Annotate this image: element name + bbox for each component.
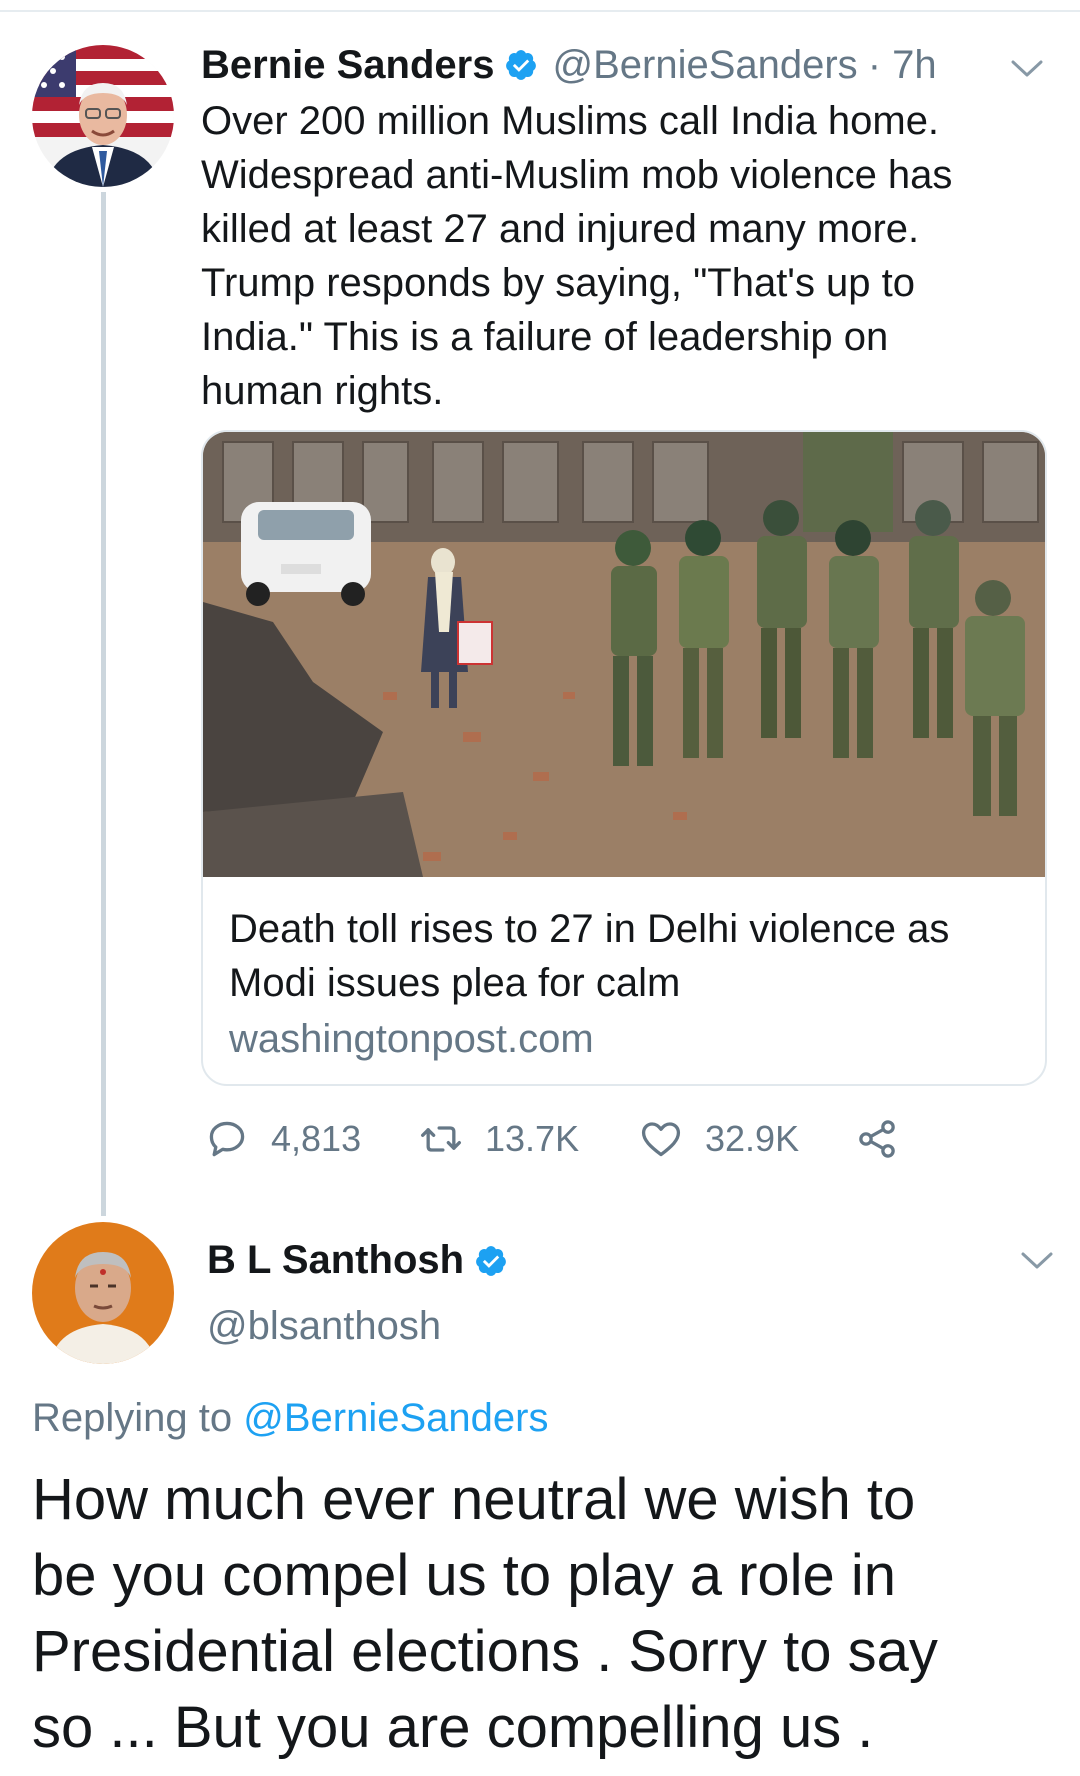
- thread-connector-line: [101, 192, 106, 1216]
- tweet-text-line: India." This is a failure of leadership …: [201, 315, 889, 359]
- author-name[interactable]: B L Santhosh: [207, 1238, 464, 1283]
- retweet-button[interactable]: 13.7K: [419, 1112, 579, 1166]
- chevron-down-icon[interactable]: [1020, 1250, 1054, 1272]
- tweet-text-line: Over 200 million Muslims call India home…: [201, 99, 940, 143]
- reply-text-line: Presidential elections . Sorry to say: [32, 1619, 938, 1684]
- tweet-text-line: Widespread anti-Muslim mob violence has: [201, 153, 953, 197]
- card-domain: washingtonpost.com: [229, 1017, 594, 1061]
- replying-to: Replying to @BernieSanders: [32, 1396, 548, 1441]
- like-button[interactable]: 32.9K: [639, 1112, 799, 1166]
- reply-icon: [209, 1121, 245, 1157]
- retweet-icon: [421, 1126, 461, 1152]
- like-count: 32.9K: [705, 1118, 800, 1159]
- avatar-bernie-sanders[interactable]: [32, 45, 174, 187]
- share-button[interactable]: [855, 1112, 899, 1166]
- card-image: [203, 432, 1045, 877]
- reply-button[interactable]: 4,813: [205, 1112, 361, 1166]
- author-handle[interactable]: @blsanthosh: [207, 1304, 441, 1349]
- card-title-line: Modi issues plea for calm: [229, 961, 681, 1005]
- reply-text-line: be you compel us to play a role in: [32, 1543, 897, 1608]
- share-icon: [859, 1120, 895, 1158]
- card-title: Death toll rises to 27 in Delhi violence…: [229, 902, 1029, 1010]
- tweet-text: Over 200 million Muslims call India home…: [201, 94, 1031, 418]
- reply-text: How much ever neutral we wish to be you …: [32, 1462, 1052, 1766]
- avatar-image: [32, 1222, 174, 1364]
- tweet-header: Bernie Sanders @BernieSanders · 7h: [201, 40, 937, 90]
- verified-icon: [474, 1243, 508, 1277]
- tweet-text-line: killed at least 27 and injured many more…: [201, 207, 920, 251]
- reply-author-name-row: B L Santhosh: [207, 1234, 508, 1286]
- top-divider: [0, 10, 1080, 12]
- tweet-text-line: human rights.: [201, 369, 444, 413]
- author-name[interactable]: Bernie Sanders: [201, 43, 494, 88]
- like-icon: [641, 1122, 681, 1157]
- chevron-down-icon[interactable]: [1010, 58, 1044, 80]
- tweet-text-line: Trump responds by saying, "That's up to: [201, 261, 916, 305]
- tweet-actions: 4,813 13.7K 32.9K: [201, 1112, 961, 1166]
- reply-text-line: so ... But you are compelling us .: [32, 1695, 874, 1760]
- card-title-line: Death toll rises to 27 in Delhi violence…: [229, 907, 950, 951]
- author-handle[interactable]: @BernieSanders: [552, 43, 857, 88]
- verified-icon: [504, 48, 538, 82]
- reply-text-line: How much ever neutral we wish to: [32, 1467, 916, 1532]
- avatar-image: [32, 45, 174, 187]
- avatar-bl-santhosh[interactable]: [32, 1222, 174, 1364]
- link-preview-card[interactable]: Death toll rises to 27 in Delhi violence…: [201, 430, 1047, 1086]
- reply-count: 4,813: [271, 1118, 362, 1159]
- tweet-timestamp[interactable]: · 7h: [868, 43, 937, 88]
- replying-to-mention[interactable]: @BernieSanders: [243, 1396, 548, 1440]
- retweet-count: 13.7K: [485, 1118, 580, 1159]
- replying-to-label: Replying to: [32, 1396, 233, 1440]
